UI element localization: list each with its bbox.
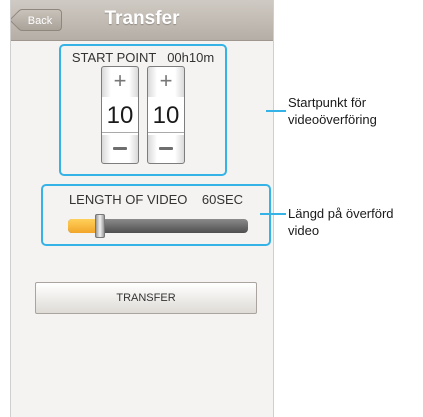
start-point-time: 00h10m <box>167 50 215 65</box>
length-header: LENGTH OF VIDEO 60SEC <box>43 192 269 207</box>
hours-drum: + 10 <box>101 66 139 164</box>
start-point-callout: Startpunkt för videoöverföring <box>288 95 377 127</box>
length-panel: LENGTH OF VIDEO 60SEC <box>41 184 271 246</box>
length-label: LENGTH OF VIDEO <box>68 192 188 207</box>
start-point-callout-line <box>266 110 286 112</box>
minutes-drum: + 10 <box>147 66 185 164</box>
start-point-panel: START POINT 00h10m + 10 + 10 <box>59 44 227 176</box>
length-callout: Längd på överförd video <box>288 206 394 238</box>
page-title: Transfer <box>104 8 180 29</box>
start-point-label: START POINT <box>71 50 157 65</box>
length-slider-track[interactable] <box>68 214 248 238</box>
hours-increment-button[interactable]: + <box>102 67 138 98</box>
length-value: 60SEC <box>201 192 244 207</box>
length-callout-line <box>260 213 286 215</box>
start-point-header: START POINT 00h10m <box>61 50 225 65</box>
phone-screen: Back Transfer START POINT 00h10m + 10 + … <box>10 0 274 417</box>
transfer-button[interactable]: TRANSFER <box>35 282 257 314</box>
minutes-value: 10 <box>148 97 184 135</box>
navigation-bar: Back Transfer <box>11 0 273 41</box>
hours-decrement-button[interactable] <box>102 132 138 163</box>
minutes-decrement-button[interactable] <box>148 132 184 163</box>
hours-value: 10 <box>102 97 138 135</box>
minutes-increment-button[interactable]: + <box>148 67 184 98</box>
length-slider-thumb[interactable] <box>95 214 106 238</box>
